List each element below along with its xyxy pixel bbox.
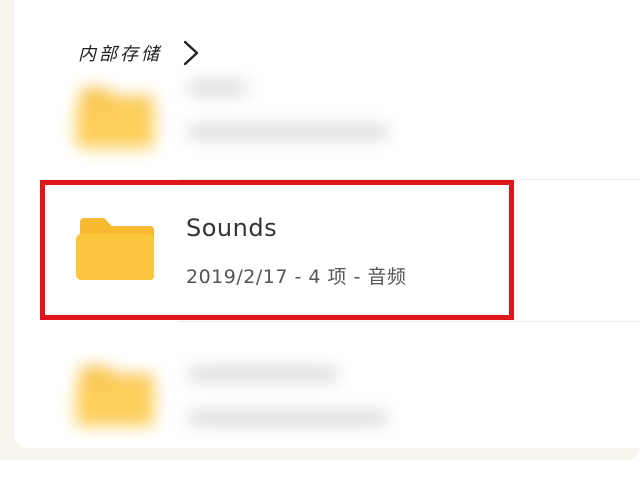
folder-icon (76, 218, 154, 280)
folder-meta: 2019/2/17 - 4 项 - 音频 (186, 266, 407, 288)
list-item-folder-3[interactable] (28, 330, 640, 448)
folder-meta-placeholder (188, 124, 388, 140)
folder-icon (76, 88, 154, 148)
folder-name-placeholder (188, 80, 248, 96)
list-item-folder-1[interactable] (28, 60, 640, 180)
folder-name: Sounds (186, 214, 278, 242)
divider (178, 179, 640, 180)
divider (178, 321, 640, 322)
folder-name-placeholder (188, 366, 338, 382)
file-manager-screen: 内部存储 Sounds 2019/2/17 - 4 项 - 音频 (14, 0, 640, 448)
list-item-folder-sounds[interactable]: Sounds 2019/2/17 - 4 项 - 音频 (28, 182, 640, 322)
folder-icon (76, 366, 154, 426)
folder-meta-placeholder (188, 410, 388, 426)
